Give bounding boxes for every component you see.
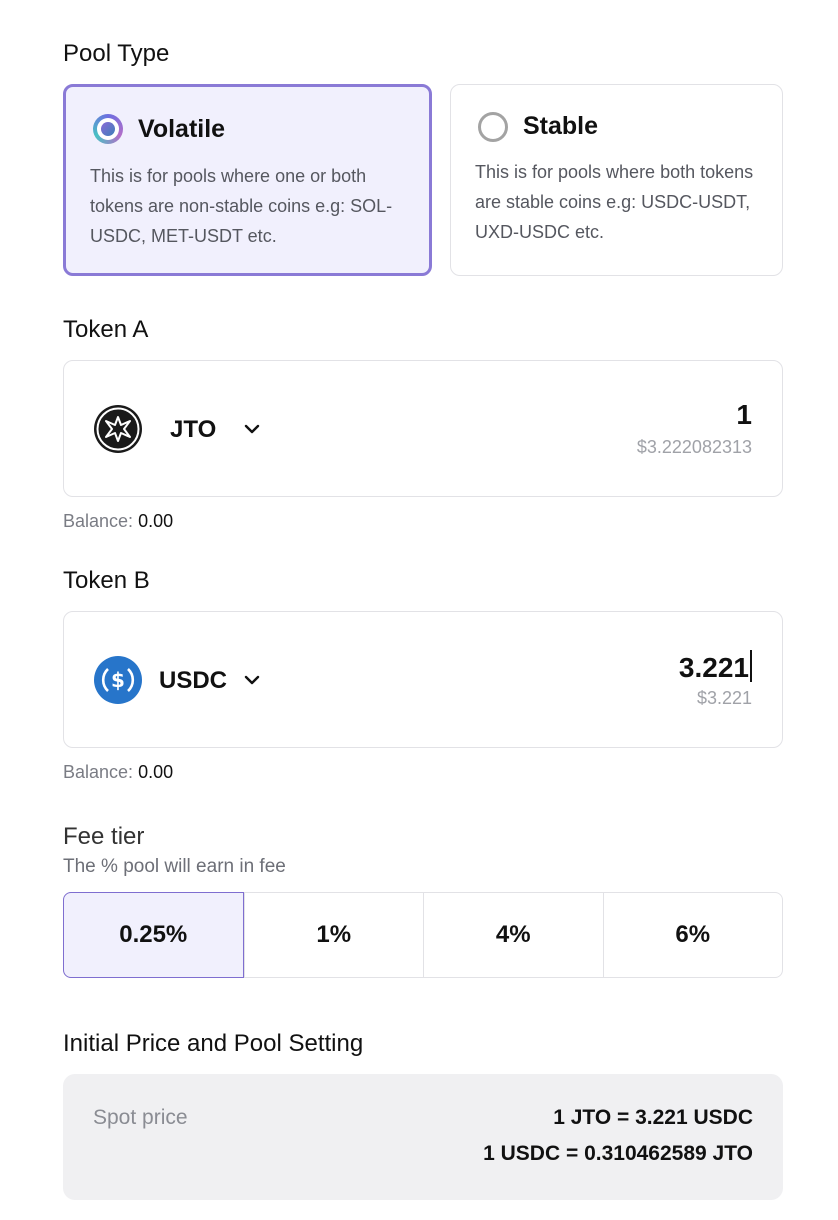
token-a-usd-value: $3.222082313 [636, 437, 752, 457]
text-cursor [750, 650, 752, 682]
usdc-token-icon: $ [94, 656, 142, 704]
spot-price-line-2: 1 USDC = 0.310462589 JTO [483, 1142, 753, 1165]
token-a-input-box: JTO 1 $3.222082313 [63, 360, 783, 497]
token-b-amount-input[interactable]: 3.221 [679, 650, 752, 684]
chevron-down-icon[interactable] [242, 419, 262, 439]
token-a-title: Token A [63, 316, 149, 343]
initial-price-title: Initial Price and Pool Setting [63, 1030, 364, 1057]
fee-option-4[interactable]: 4% [423, 893, 603, 977]
balance-label: Balance: [63, 511, 134, 531]
pool-option-stable[interactable]: Stable This is for pools where both toke… [450, 84, 783, 276]
spot-price-line-1: 1 JTO = 3.221 USDC [553, 1106, 753, 1129]
token-b-amount-text: 3.221 [678, 652, 749, 683]
fee-option-6[interactable]: 6% [602, 893, 783, 977]
fee-tier-title: Fee tier [63, 823, 145, 850]
fee-tier-options: 0.25% 1% 4% 6% [63, 892, 783, 978]
token-b-symbol[interactable]: USDC [159, 667, 227, 695]
radio-unselected-icon[interactable] [478, 112, 508, 142]
pool-type-title: Pool Type [63, 40, 170, 67]
balance-value: 0.00 [138, 762, 174, 782]
fee-option-0-25[interactable]: 0.25% [63, 892, 244, 978]
spot-price-label: Spot price [93, 1106, 188, 1129]
balance-value: 0.00 [138, 511, 174, 531]
token-a-balance: Balance: 0.00 [63, 511, 173, 532]
token-b-input-box: $ USDC 3.221 $3.221 [63, 611, 783, 748]
token-a-amount-input[interactable]: 1 [736, 399, 752, 431]
token-b-usd-value: $3.221 [696, 688, 752, 708]
chevron-down-icon[interactable] [242, 670, 262, 690]
fee-tier-subtitle: The % pool will earn in fee [63, 856, 286, 877]
jto-token-icon [94, 405, 142, 453]
svg-text:$: $ [111, 668, 125, 692]
balance-label: Balance: [63, 762, 134, 782]
token-b-balance: Balance: 0.00 [63, 762, 173, 783]
token-b-title: Token B [63, 567, 150, 594]
radio-selected-icon[interactable] [93, 114, 123, 144]
token-a-symbol[interactable]: JTO [170, 416, 216, 444]
spot-price-panel: Spot price 1 JTO = 3.221 USDC 1 USDC = 0… [63, 1074, 783, 1200]
pool-option-description: This is for pools where both tokens are … [475, 162, 754, 242]
fee-option-1[interactable]: 1% [243, 893, 424, 977]
pool-option-label: Volatile [138, 115, 226, 143]
pool-option-label: Stable [523, 112, 599, 140]
pool-option-description: This is for pools where one or both toke… [90, 166, 393, 246]
pool-option-volatile[interactable]: Volatile This is for pools where one or … [63, 84, 432, 276]
